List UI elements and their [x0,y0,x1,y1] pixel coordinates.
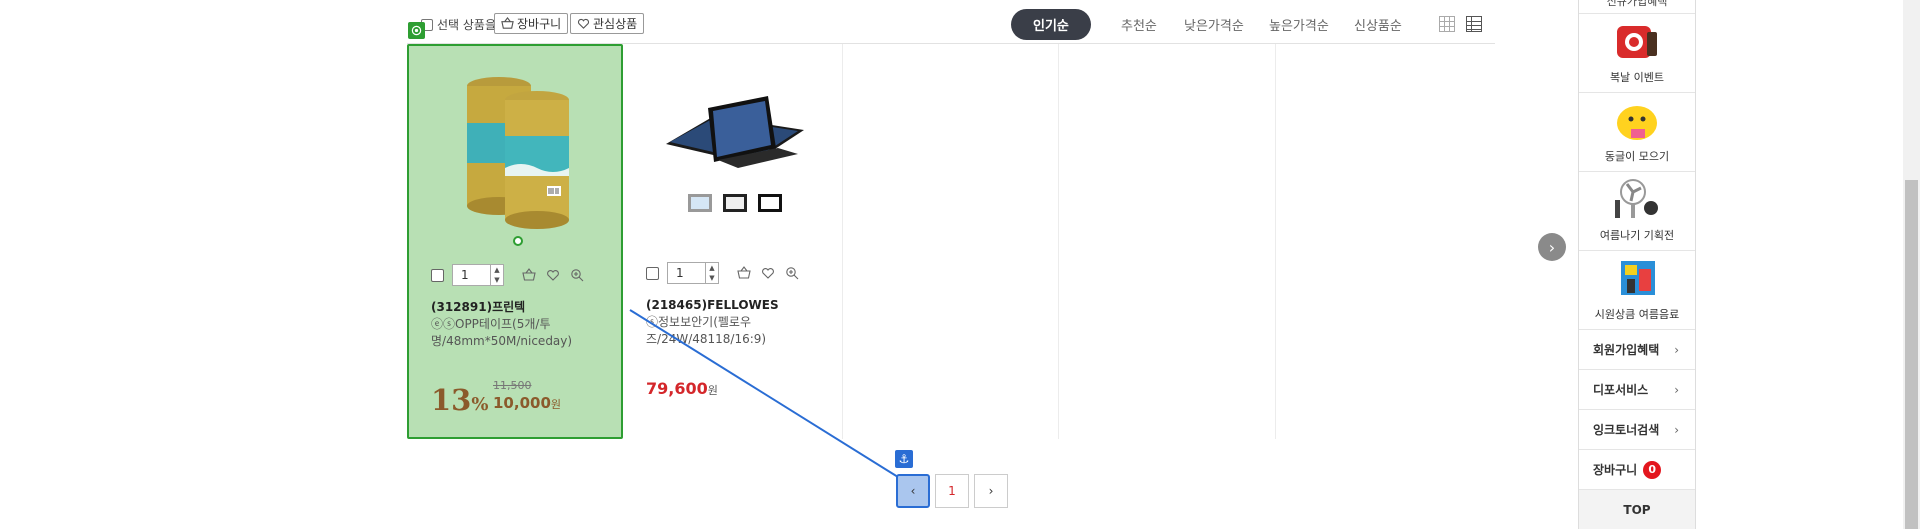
next-page-button[interactable]: › [974,474,1008,508]
basket-icon [501,17,514,29]
product-code: (218465)FELLOWES [646,298,779,312]
basket-icon[interactable] [522,267,538,283]
drink-box-icon [1621,261,1655,295]
product-toolbar: 선택 상품을 장바구니 관심상품 인기순 추천순 낮은가격순 높은가격순 신상품… [407,0,1495,44]
promo-label: 시원상큼 여름음료 [1594,308,1680,321]
gift-box-icon [1617,26,1657,58]
zoom-icon[interactable] [570,267,586,283]
original-price: 11,500 [493,379,532,392]
product-card[interactable]: 1 ▲ ▼ (218465)FELLOWES ⓢ정보보안기(펠로우즈/24W/48… [624,44,840,439]
electric-fan-icon [1615,179,1658,218]
scrollbar-thumb[interactable] [1905,180,1918,529]
discount-unit: % [471,394,489,415]
column-divider [1058,44,1059,439]
sidebar-top-partial[interactable]: 신규가입혜택 [1579,0,1695,14]
promo-label: 동글이 모으기 [1604,150,1670,163]
price-value: 10,000 [493,394,551,412]
target-icon [408,22,425,39]
quantity-value: 1 [676,266,684,280]
select-all-group[interactable]: 선택 상품을 [421,16,496,33]
column-divider [1275,44,1276,439]
page: 선택 상품을 장바구니 관심상품 인기순 추천순 낮은가격순 높은가격순 신상품… [0,0,1920,529]
link-label: 회원가입혜택 [1593,343,1660,357]
product-code: (312891)프린텍 [431,300,526,314]
price-unit: 원 [550,398,562,411]
product-checkbox[interactable] [646,266,659,280]
quantity-stepper[interactable]: 1 ▲ ▼ [452,264,504,286]
yellow-mascot-icon [1617,106,1657,140]
product-checkbox[interactable] [431,268,444,282]
list-view-icon[interactable] [1466,16,1482,32]
sort-low-price[interactable]: 낮은가격순 [1184,9,1244,40]
heart-plus-icon [577,18,590,29]
promo-label: 여름나기 기획전 [1599,229,1675,242]
quantity-value: 1 [461,268,469,282]
sidebar-cart[interactable]: 장바구니 0 [1579,450,1695,490]
sort-high-price[interactable]: 높은가격순 [1269,9,1329,40]
product-name[interactable]: (312891)프린텍 ⓔⓢOPP테이프(5개/투명/48mm*50M/nice… [431,299,611,350]
scroll-top-button[interactable]: TOP [1579,490,1695,529]
product-name[interactable]: (218465)FELLOWES ⓢ정보보안기(펠로우즈/24W/48118/1… [646,297,826,348]
zoom-icon[interactable] [785,265,801,281]
cart-count-badge: 0 [1643,460,1662,479]
select-label: 선택 상품을 [437,18,497,32]
product-image-tape [467,77,569,229]
quantity-arrows[interactable]: ▲ ▼ [490,265,503,285]
price-unit: 원 [707,384,718,397]
prev-page-button[interactable]: ‹ [896,474,930,508]
sort-newest[interactable]: 신상품순 [1354,9,1402,40]
discount-rate: 13% [431,383,488,417]
anchor-icon: ⚓ [895,450,913,468]
price-value: 79,600 [646,379,708,398]
grid-view-icon[interactable] [1439,16,1455,32]
chevron-right-icon: › [1674,342,1679,357]
basket-icon[interactable] [737,265,753,281]
heart-plus-icon[interactable] [761,265,777,281]
sidebar-promo-donggeuli[interactable]: 동글이 모으기 [1579,93,1695,172]
product-description: ⓢ정보보안기(펠로우즈/24W/48118/16:9) [646,315,767,346]
product-controls: 1 ▲ ▼ [431,264,586,286]
pagination: ‹ 1 › [896,474,1008,508]
add-selected-to-wishlist-button[interactable]: 관심상품 [570,13,645,34]
cart-btn-label: 장바구니 [517,17,562,31]
cart-label: 장바구니 [1593,463,1638,477]
product-controls: 1 ▲ ▼ [646,262,801,284]
sidebar-link-depot-service[interactable]: 디포서비스 › [1579,370,1695,410]
product-description: ⓔⓢOPP테이프(5개/투명/48mm*50M/niceday) [431,317,573,348]
quantity-stepper[interactable]: 1 ▲ ▼ [667,262,719,284]
sale-price: 10,000원 [493,394,561,412]
sidebar-link-ink-toner[interactable]: 잉크토너검색 › [1579,410,1695,450]
chevron-right-icon: › [1674,422,1679,437]
sidebar-promo-boknal[interactable]: 복날 이벤트 [1579,14,1695,93]
heart-plus-icon[interactable] [546,267,562,283]
page-number-1[interactable]: 1 [935,474,969,508]
sort-recommended[interactable]: 추천순 [1121,9,1157,40]
chevron-right-icon: › [1674,382,1679,397]
sidebar-link-membership[interactable]: 회원가입혜택 › [1579,330,1695,370]
carousel-next-button[interactable]: › [1538,233,1566,261]
wish-btn-label: 관심상품 [593,17,638,31]
sidebar-promo-summer[interactable]: 여름나기 기획전 [1579,172,1695,251]
promo-label: 복날 이벤트 [1609,71,1665,84]
add-selected-to-cart-button[interactable]: 장바구니 [494,13,569,34]
quick-sidebar: 신규가입혜택 복날 이벤트 동글이 모으기 여름나기 기획전 시원상큼 여름음료… [1578,0,1696,529]
quantity-arrows[interactable]: ▲ ▼ [705,263,718,283]
link-label: 잉크토너검색 [1593,423,1660,437]
target-point-icon [513,236,523,246]
link-label: 디포서비스 [1593,383,1649,397]
discount-value: 13 [431,383,472,417]
column-divider [842,44,843,439]
sort-popular[interactable]: 인기순 [1011,9,1091,40]
sale-price: 79,600원 [646,379,718,398]
product-image-monitor-filter [666,96,804,212]
sidebar-promo-drinks[interactable]: 시원상큼 여름음료 [1579,251,1695,330]
